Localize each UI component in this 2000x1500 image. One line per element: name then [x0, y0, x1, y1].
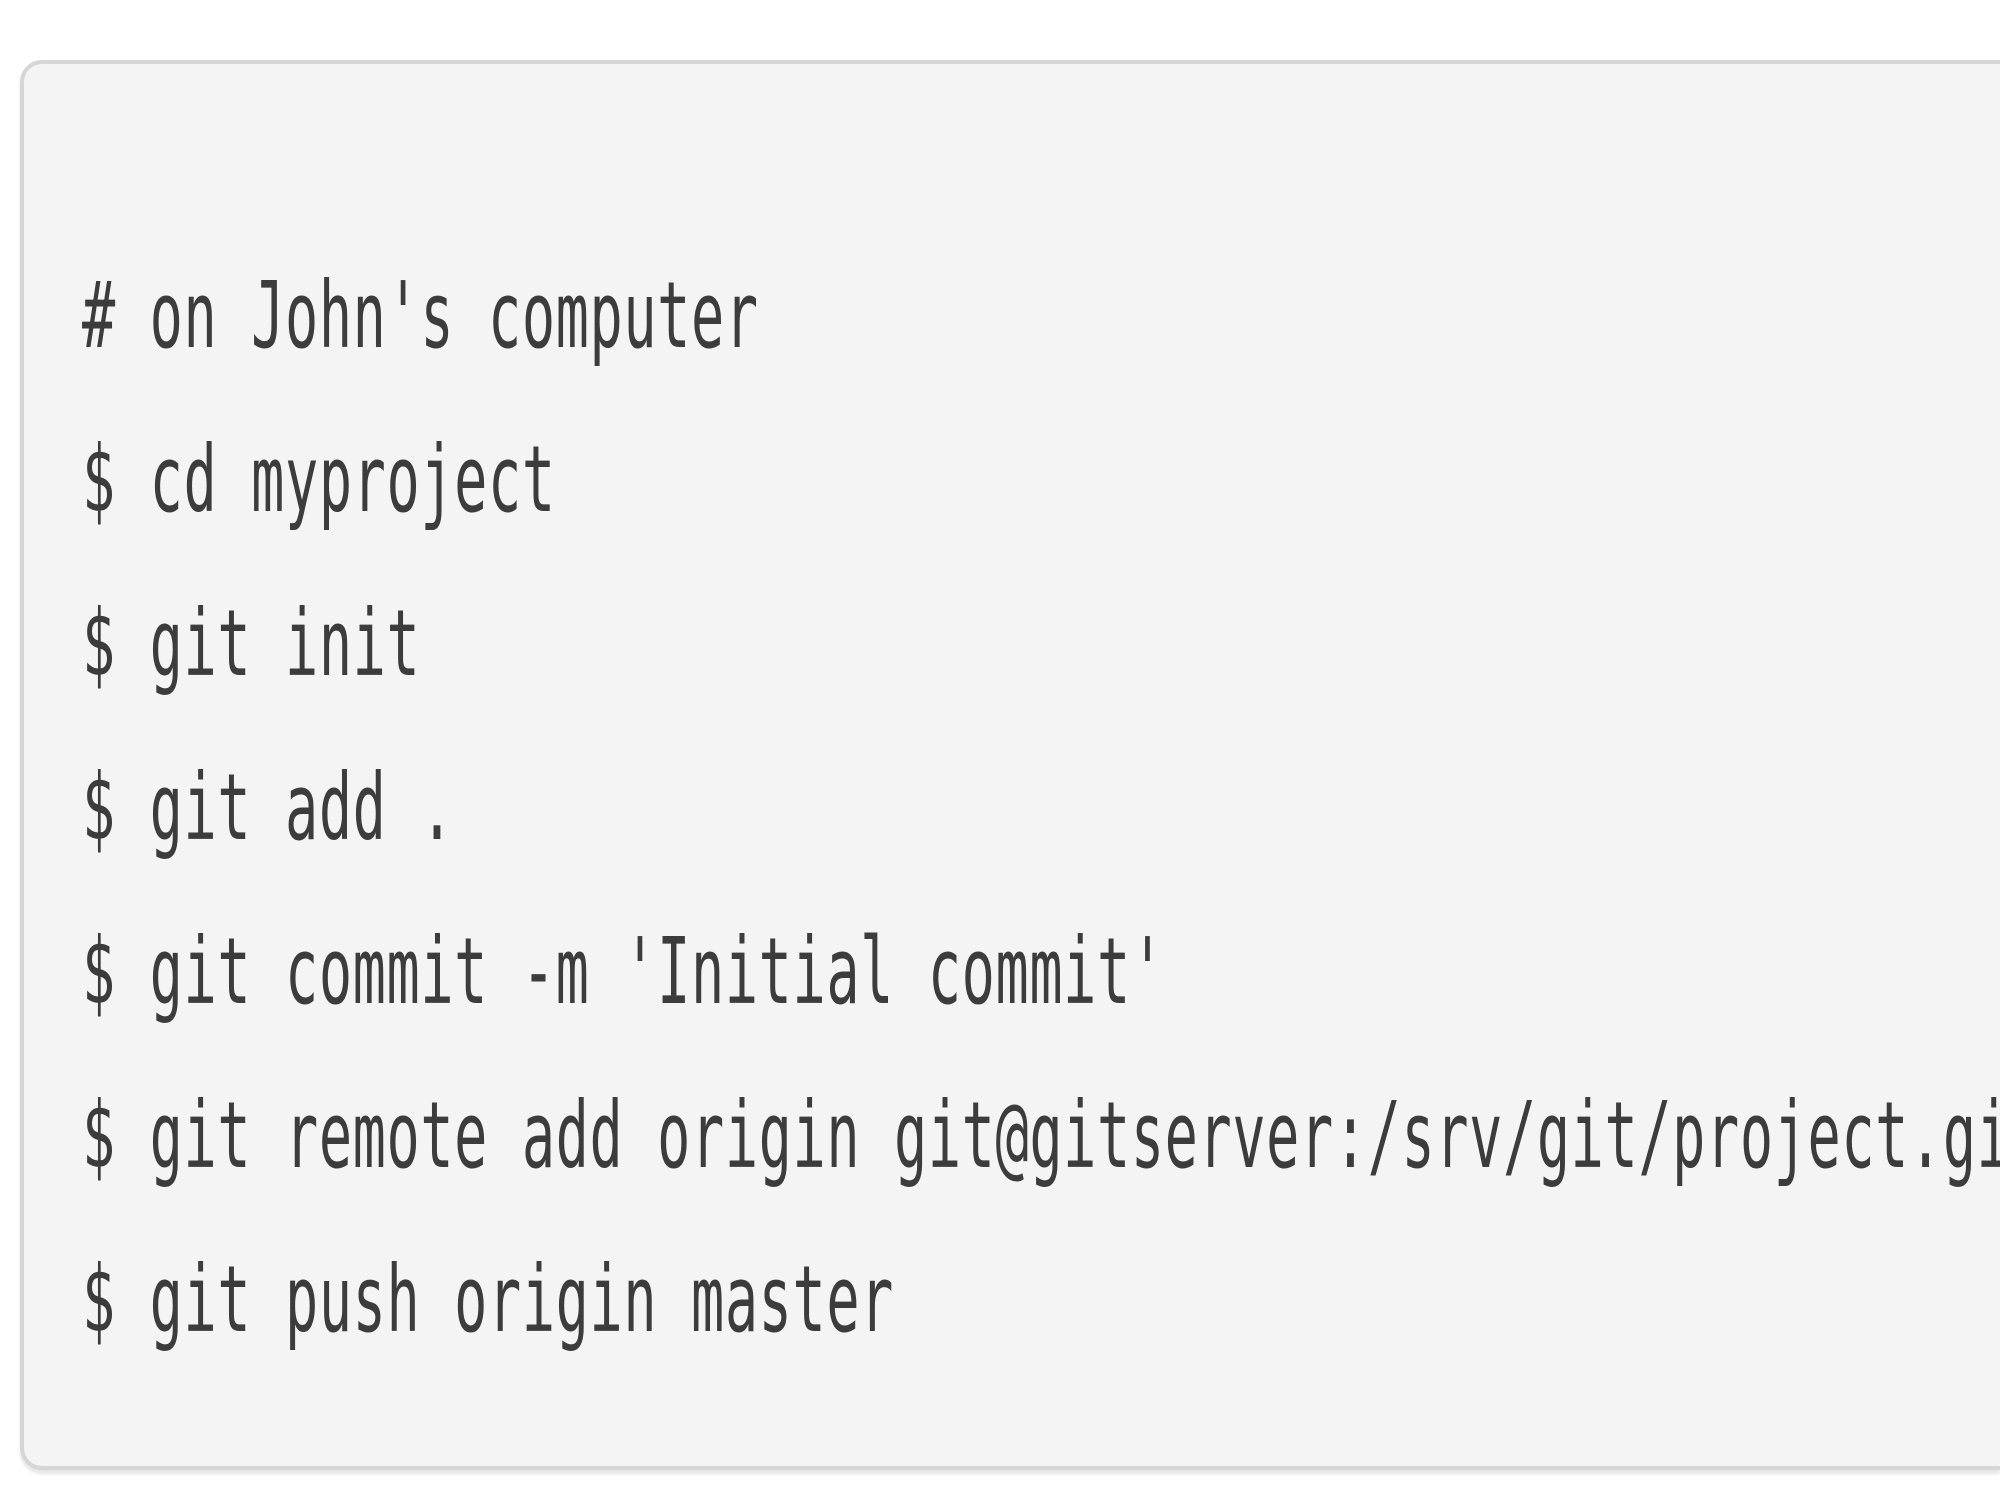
code-comment-line: # on John's computer	[82, 262, 759, 369]
code-line-git-commit: $ git commit -m 'Initial commit'	[82, 918, 1165, 1025]
code-line-cd: $ cd myproject	[82, 426, 556, 533]
code-line-git-push: $ git push origin master	[82, 1246, 894, 1353]
code-block: # on John's computer $ cd myproject $ gi…	[20, 60, 2000, 1470]
code-line-git-init: $ git init	[82, 590, 421, 697]
code-line-git-add: $ git add .	[82, 754, 455, 861]
code-lines: # on John's computer $ cd myproject $ gi…	[82, 234, 2000, 1382]
code-line-git-remote-add: $ git remote add origin git@gitserver:/s…	[82, 1082, 2000, 1189]
